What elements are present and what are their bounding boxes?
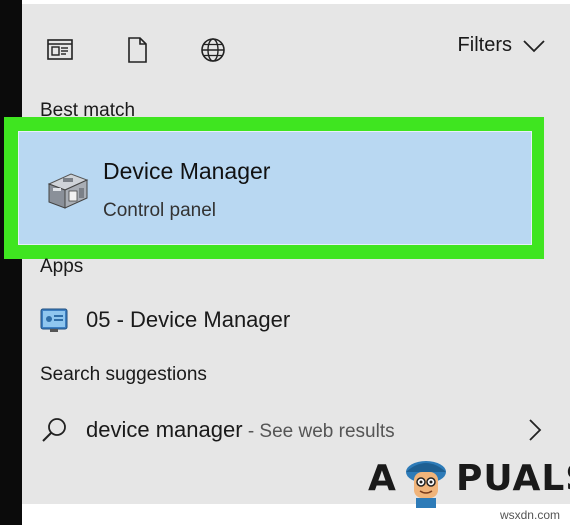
chevron-right-icon[interactable] — [528, 418, 542, 442]
document-app-icon[interactable] — [46, 36, 74, 64]
start-search-panel: Filters Best match Device Manager Contro… — [4, 4, 570, 504]
app-result-label: 05 - Device Manager — [86, 307, 290, 333]
best-match-result-device-manager[interactable]: Device Manager Control panel — [18, 131, 532, 245]
filters-label: Filters — [457, 34, 512, 56]
suggestion-suffix: - See web results — [242, 421, 395, 442]
web-suggestion-row[interactable]: device manager - See web results — [22, 408, 570, 452]
search-scope-bar: Filters — [22, 4, 570, 92]
search-suggestions-heading: Search suggestions — [40, 364, 207, 385]
left-dark-strip — [0, 0, 22, 525]
device-manager-app-icon — [40, 306, 68, 334]
app-result-device-manager[interactable]: 05 - Device Manager — [22, 298, 570, 342]
globe-icon[interactable] — [199, 36, 227, 64]
device-manager-icon — [43, 166, 91, 212]
suggestion-query: device manager — [86, 417, 243, 442]
appuals-watermark: A PUALS — [360, 452, 570, 512]
site-credit: wsxdn.com — [499, 508, 560, 522]
watermark-left: A — [368, 458, 397, 499]
chevron-down-icon — [523, 39, 545, 52]
file-icon[interactable] — [123, 36, 151, 64]
search-icon — [40, 416, 68, 444]
watermark-right: PUALS — [456, 458, 570, 499]
app-result-title: Device Manager — [130, 307, 291, 332]
best-match-title: Device Manager — [103, 158, 271, 184]
green-highlight-frame: Device Manager Control panel — [4, 117, 544, 259]
suggestion-label: device manager - See web results — [86, 417, 395, 443]
mascot-logo — [406, 461, 446, 508]
apps-heading: Apps — [40, 256, 84, 277]
filters-button[interactable]: Filters — [458, 34, 546, 57]
app-result-prefix: 05 - — [86, 307, 131, 332]
best-match-subtitle: Control panel — [103, 200, 217, 221]
